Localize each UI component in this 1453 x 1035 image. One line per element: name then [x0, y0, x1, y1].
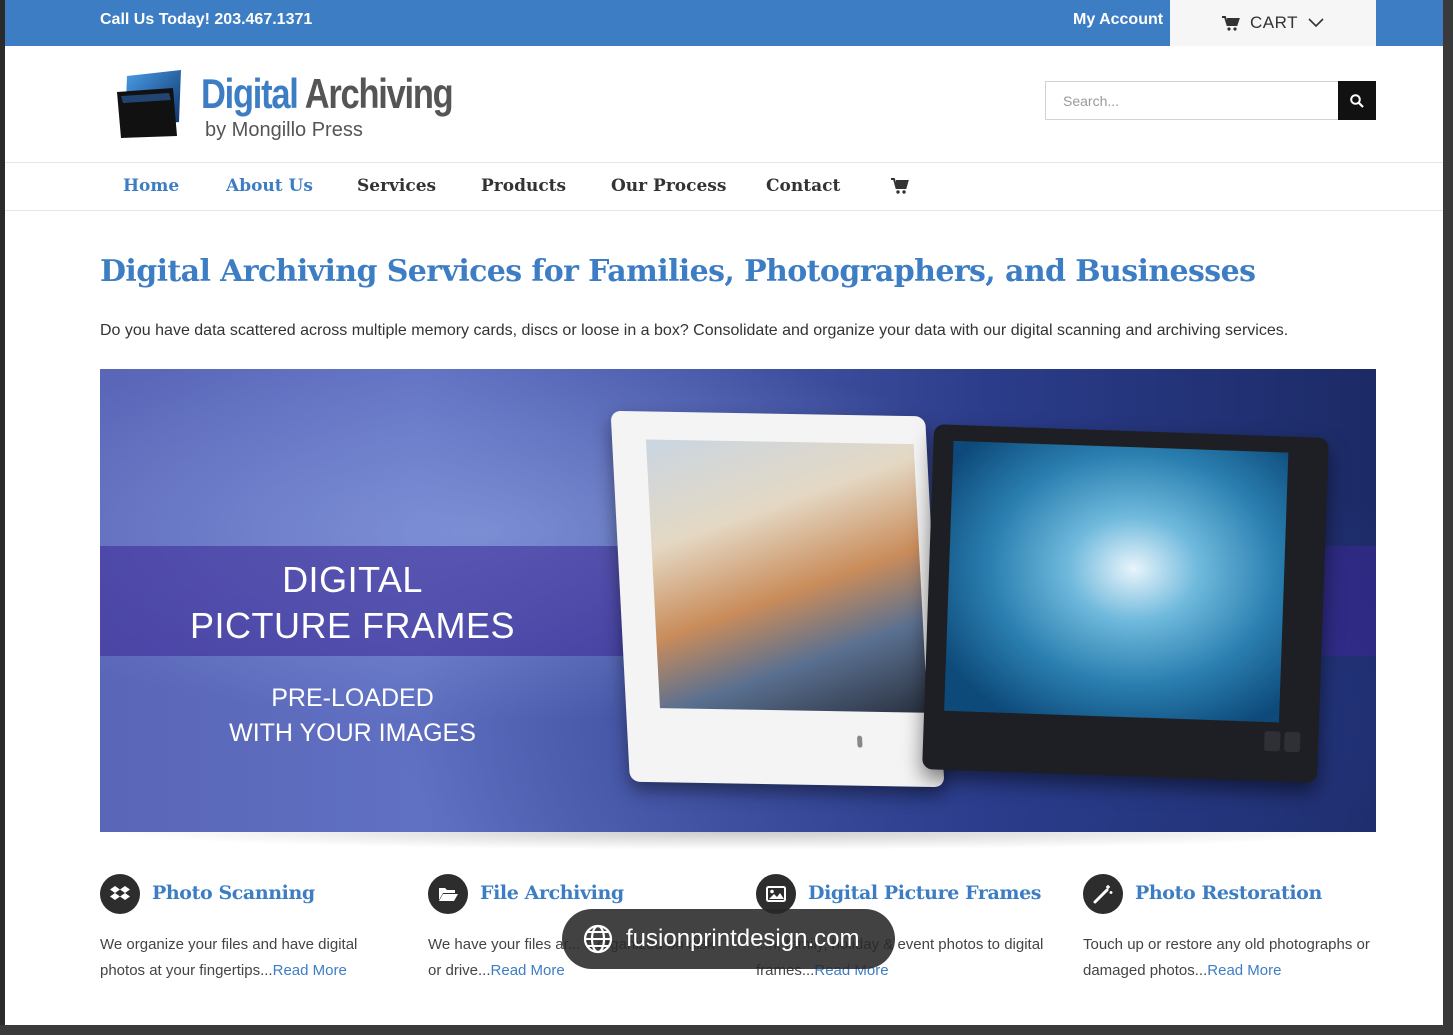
frame-buttons: [1263, 730, 1301, 753]
site-logo[interactable]: Digital Archiving by Mongillo Press: [113, 68, 473, 148]
main-nav: Home About Us Services Products Our Proc…: [5, 162, 1443, 211]
nav-item-home[interactable]: Home: [123, 176, 179, 196]
my-account-link[interactable]: My Account: [1073, 11, 1163, 29]
search-icon: [1350, 93, 1364, 108]
chevron-down-icon: [1308, 18, 1324, 28]
feature-title[interactable]: Photo Restoration: [1135, 882, 1322, 904]
banner-line-4: WITH YOUR IMAGES: [229, 719, 476, 747]
cart-label: CART: [1250, 13, 1298, 32]
logo-word-archiving: Archiving: [304, 70, 454, 117]
feature-title[interactable]: Photo Scanning: [152, 882, 315, 904]
feature-title[interactable]: Digital Picture Frames: [808, 882, 1041, 904]
nav-item-services[interactable]: Services: [357, 176, 436, 196]
magic-wand-icon: [1083, 874, 1123, 914]
banner-line-3: PRE-LOADED: [271, 684, 434, 712]
nav-item-contact[interactable]: Contact: [766, 176, 840, 196]
read-more-link[interactable]: Read More: [273, 962, 347, 979]
read-more-link[interactable]: Read More: [491, 962, 565, 979]
dropbox-icon: [100, 874, 140, 914]
banner-heading: DIGITAL PICTURE FRAMES: [100, 557, 605, 649]
picture-icon: [756, 874, 796, 914]
page-title: Digital Archiving Services for Families,…: [100, 254, 1256, 289]
watermark-badge: fusionprintdesign.com: [562, 909, 895, 969]
folder-logo-icon: [117, 70, 181, 138]
phone-number: Call Us Today! 203.467.1371: [100, 11, 313, 28]
surfer-photo: [944, 440, 1289, 723]
search-button[interactable]: [1338, 81, 1376, 120]
folder-open-icon: [428, 874, 468, 914]
cart-icon: [1222, 15, 1240, 31]
nav-item-products[interactable]: Products: [481, 176, 566, 196]
banner-subheading: PRE-LOADED WITH YOUR IMAGES: [100, 681, 605, 751]
search-input[interactable]: [1045, 81, 1339, 120]
nav-cart-icon[interactable]: [891, 178, 909, 199]
logo-word-digital: Digital: [201, 70, 299, 117]
feature-description: We organize your files and have digital …: [100, 936, 358, 979]
nav-item-about-us[interactable]: About Us: [226, 176, 313, 196]
globe-icon: [583, 924, 613, 954]
web-page: Call Us Today! 203.467.1371 My Account C…: [5, 0, 1443, 1025]
logo-subtitle: by Mongillo Press: [205, 119, 363, 141]
watermark-text: fusionprintdesign.com: [626, 925, 860, 952]
read-more-link[interactable]: Read More: [1207, 962, 1281, 979]
nav-item-our-process[interactable]: Our Process: [611, 176, 726, 196]
banner-line-1: DIGITAL: [282, 559, 423, 600]
couple-photo: [645, 439, 928, 713]
hero-banner[interactable]: DIGITAL PICTURE FRAMES PRE-LOADED WITH Y…: [100, 369, 1376, 832]
search-form: [1045, 81, 1376, 120]
cart-dropdown-button[interactable]: CART: [1170, 0, 1376, 46]
feature-title[interactable]: File Archiving: [480, 882, 624, 904]
feature-description: Touch up or restore any old photographs …: [1083, 936, 1370, 979]
logo-title: Digital Archiving: [201, 70, 454, 118]
black-picture-frame-image: [922, 424, 1329, 783]
banner-line-2: PICTURE FRAMES: [189, 605, 516, 646]
intro-text: Do you have data scattered across multip…: [100, 322, 1289, 339]
top-bar: Call Us Today! 203.467.1371 My Account C…: [5, 0, 1443, 46]
white-picture-frame-image: [610, 410, 945, 788]
